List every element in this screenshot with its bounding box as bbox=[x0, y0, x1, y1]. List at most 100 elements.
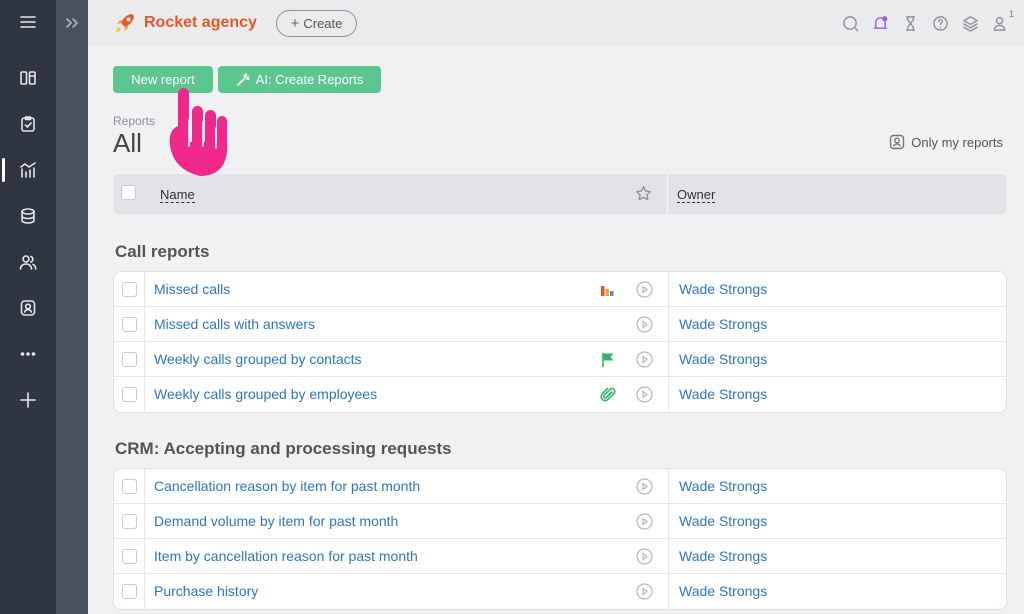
create-button[interactable]: + Create bbox=[276, 10, 357, 37]
user-badge: 1 bbox=[1008, 9, 1014, 19]
menu-icon[interactable] bbox=[0, 2, 56, 42]
layers-icon[interactable] bbox=[960, 12, 980, 34]
row-divider bbox=[144, 539, 145, 573]
ai-create-reports-button[interactable]: AI: Create Reports bbox=[218, 66, 381, 93]
user-filter-icon bbox=[890, 134, 905, 150]
play-icon[interactable] bbox=[636, 478, 653, 495]
row-checkbox[interactable] bbox=[122, 387, 137, 402]
table-row[interactable]: Weekly calls grouped by employees Wade S… bbox=[114, 377, 1006, 412]
row-checkbox[interactable] bbox=[122, 479, 137, 494]
flag-icon bbox=[602, 353, 614, 367]
row-divider bbox=[668, 342, 669, 376]
play-icon[interactable] bbox=[636, 281, 653, 298]
profile-icon[interactable] bbox=[0, 288, 56, 328]
row-divider bbox=[668, 574, 669, 609]
magic-wand-icon bbox=[236, 72, 250, 86]
row-divider bbox=[668, 469, 669, 503]
row-checkbox[interactable] bbox=[122, 549, 137, 564]
plus-icon: + bbox=[290, 15, 300, 32]
reports-icon[interactable] bbox=[0, 150, 56, 190]
chart-icon bbox=[601, 286, 614, 296]
table-row[interactable]: Missed calls Wade Strongs bbox=[114, 272, 1006, 307]
section-title: CRM: Accepting and processing requests bbox=[115, 439, 452, 458]
report-name-link[interactable]: Weekly calls grouped by employees bbox=[154, 386, 377, 402]
expand-icon[interactable] bbox=[56, 8, 88, 38]
column-name-header[interactable]: Name bbox=[160, 188, 195, 203]
owner-link[interactable]: Wade Strongs bbox=[679, 386, 767, 402]
page-title: All bbox=[113, 128, 142, 158]
row-checkbox[interactable] bbox=[122, 514, 137, 529]
row-divider bbox=[668, 272, 669, 306]
main-sidebar bbox=[0, 0, 56, 614]
create-label: Create bbox=[303, 16, 343, 31]
pointer-hand-icon bbox=[169, 88, 227, 176]
user-icon[interactable]: 1 bbox=[990, 9, 1014, 34]
report-name-link[interactable]: Purchase history bbox=[154, 583, 258, 599]
bell-icon[interactable] bbox=[870, 12, 890, 34]
tasks-icon[interactable] bbox=[0, 104, 56, 144]
secondary-sidebar bbox=[56, 0, 88, 614]
main-content: New report AI: Create Reports Reports Al… bbox=[88, 46, 1024, 614]
table-row[interactable]: Demand volume by item for past month Wad… bbox=[114, 504, 1006, 539]
only-my-reports-toggle[interactable]: Only my reports bbox=[889, 134, 1003, 150]
select-all-checkbox[interactable] bbox=[121, 185, 136, 200]
play-icon[interactable] bbox=[636, 513, 653, 530]
play-icon[interactable] bbox=[636, 386, 653, 403]
dashboards-icon[interactable] bbox=[0, 58, 56, 98]
report-name-link[interactable]: Missed calls with answers bbox=[154, 316, 315, 332]
topbar: Rocket agency + Create 1 bbox=[88, 0, 1024, 46]
report-name-link[interactable]: Cancellation reason by item for past mon… bbox=[154, 478, 420, 494]
table-row[interactable]: Purchase history Wade Strongs bbox=[114, 574, 1006, 609]
row-divider bbox=[144, 307, 145, 341]
owner-link[interactable]: Wade Strongs bbox=[679, 583, 767, 599]
play-icon[interactable] bbox=[636, 316, 653, 333]
rocket-icon bbox=[116, 14, 134, 32]
column-divider bbox=[667, 174, 668, 214]
top-icons: 1 bbox=[840, 9, 1014, 34]
owner-link[interactable]: Wade Strongs bbox=[679, 513, 767, 529]
table-row[interactable]: Cancellation reason by item for past mon… bbox=[114, 469, 1006, 504]
table-row[interactable]: Missed calls with answers Wade Strongs bbox=[114, 307, 1006, 342]
row-checkbox[interactable] bbox=[122, 352, 137, 367]
table-row[interactable]: Item by cancellation reason for past mon… bbox=[114, 539, 1006, 574]
star-icon[interactable] bbox=[635, 185, 652, 207]
report-name-link[interactable]: Missed calls bbox=[154, 281, 230, 297]
contacts-icon[interactable] bbox=[0, 242, 56, 282]
play-icon[interactable] bbox=[636, 548, 653, 565]
row-divider bbox=[668, 539, 669, 573]
only-my-label: Only my reports bbox=[911, 134, 1003, 150]
play-icon[interactable] bbox=[636, 583, 653, 600]
row-divider bbox=[144, 272, 145, 306]
report-group-crm: Cancellation reason by item for past mon… bbox=[113, 468, 1007, 610]
search-icon[interactable] bbox=[840, 12, 860, 34]
row-divider bbox=[144, 342, 145, 376]
owner-link[interactable]: Wade Strongs bbox=[679, 351, 767, 367]
add-icon[interactable] bbox=[0, 380, 56, 420]
column-owner-header[interactable]: Owner bbox=[677, 188, 716, 203]
row-divider bbox=[144, 504, 145, 538]
hourglass-icon[interactable] bbox=[900, 12, 920, 34]
owner-link[interactable]: Wade Strongs bbox=[679, 316, 767, 332]
owner-link[interactable]: Wade Strongs bbox=[679, 548, 767, 564]
logo[interactable]: Rocket agency bbox=[112, 10, 257, 36]
play-icon[interactable] bbox=[636, 351, 653, 368]
help-icon[interactable] bbox=[930, 12, 950, 34]
more-icon[interactable] bbox=[0, 334, 56, 374]
row-divider bbox=[668, 307, 669, 341]
report-group-calls: Missed calls Wade Strongs Missed calls w… bbox=[113, 271, 1007, 413]
row-checkbox[interactable] bbox=[122, 282, 137, 297]
breadcrumb[interactable]: Reports bbox=[113, 114, 155, 128]
row-checkbox[interactable] bbox=[122, 317, 137, 332]
report-name-link[interactable]: Demand volume by item for past month bbox=[154, 513, 398, 529]
report-name-link[interactable]: Weekly calls grouped by contacts bbox=[154, 351, 362, 367]
table-header: Name Owner bbox=[113, 174, 1007, 214]
table-row[interactable]: Weekly calls grouped by contacts Wade St… bbox=[114, 342, 1006, 377]
row-divider bbox=[668, 377, 669, 412]
database-icon[interactable] bbox=[0, 196, 56, 236]
report-name-link[interactable]: Item by cancellation reason for past mon… bbox=[154, 548, 418, 564]
row-checkbox[interactable] bbox=[122, 584, 137, 599]
owner-link[interactable]: Wade Strongs bbox=[679, 281, 767, 297]
row-divider bbox=[668, 504, 669, 538]
new-report-label: New report bbox=[131, 72, 195, 87]
owner-link[interactable]: Wade Strongs bbox=[679, 478, 767, 494]
